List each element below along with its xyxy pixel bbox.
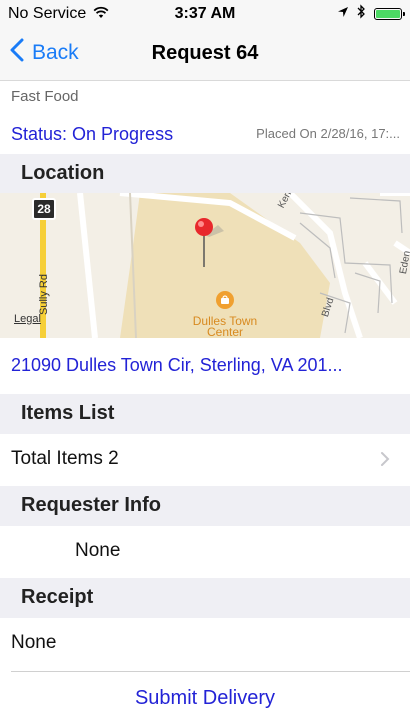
chevron-right-icon xyxy=(380,451,390,472)
requester-info-section-header: Requester Info xyxy=(0,486,410,526)
total-items-row[interactable]: Total Items 2 xyxy=(11,448,119,470)
map-label-sully-rd: Sully Rd xyxy=(38,274,50,315)
map-pin-icon xyxy=(194,217,224,274)
divider xyxy=(11,671,410,672)
map-poi-label: Dulles Town Center xyxy=(192,314,258,338)
map-legal-link[interactable]: Legal xyxy=(14,313,41,325)
receipt-section-header: Receipt xyxy=(0,578,410,618)
order-status: Status: On Progress xyxy=(11,124,174,144)
receipt-value: None xyxy=(11,632,57,653)
battery-icon xyxy=(374,8,405,20)
navigation-bar: Back Request 64 xyxy=(0,28,410,81)
shopping-bag-icon xyxy=(216,291,234,314)
placed-on-date: Placed On 2/28/16, 17:... xyxy=(256,126,400,141)
route-28-shield: 28 xyxy=(32,198,56,220)
bluetooth-icon xyxy=(357,4,366,24)
location-section-header: Location xyxy=(0,154,410,194)
category-label: Fast Food xyxy=(11,88,79,105)
items-list-section-header: Items List xyxy=(0,394,410,434)
location-address[interactable]: 21090 Dulles Town Cir, Sterling, VA 201.… xyxy=(11,355,343,376)
requester-info-value: None xyxy=(75,540,121,561)
route-shield-label: 28 xyxy=(37,202,51,216)
location-arrow-icon xyxy=(337,5,349,23)
submit-delivery-button[interactable]: Submit Delivery xyxy=(0,687,410,710)
status-bar: No Service 3:37 AM xyxy=(0,0,410,28)
page-title: Request 64 xyxy=(151,42,259,64)
location-map[interactable]: 28 Sully Rd Kent Champions Blvd Eden Dul… xyxy=(0,193,410,338)
